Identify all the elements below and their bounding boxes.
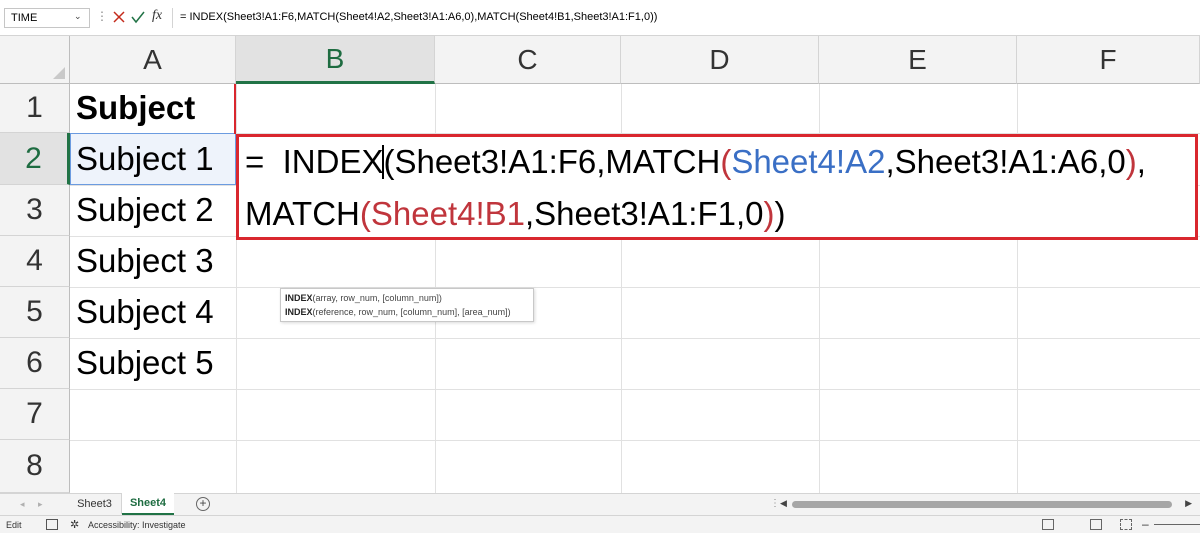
gridline [70, 440, 1200, 441]
spreadsheet-grid: A B C D E F 1 2 3 4 5 6 7 8 Subject Subj… [0, 36, 1200, 493]
formula-input[interactable]: = INDEX(Sheet3!A1:F6,MATCH(Sheet4!A2,She… [180, 11, 657, 23]
select-all-button[interactable] [0, 36, 70, 84]
page-break-view-icon[interactable] [1120, 519, 1132, 530]
row-header-5[interactable]: 5 [0, 287, 70, 338]
cell-a4[interactable]: Subject 3 [76, 242, 214, 280]
tooltip-args: (array, row_num, [column_num]) [312, 293, 442, 303]
select-all-triangle-icon [53, 67, 65, 79]
status-bar: Edit ✲ Accessibility: Investigate – [0, 515, 1200, 533]
cell-a1[interactable]: Subject [76, 89, 195, 127]
tooltip-function-name: INDEX [285, 307, 313, 317]
column-header-a[interactable]: A [70, 36, 236, 84]
formula-reference: Sheet4!A2 [731, 143, 886, 180]
column-header-c[interactable]: C [435, 36, 621, 84]
formula-paren: ) [1125, 143, 1137, 180]
formula-text: (Sheet3!A1:F6,MATCH [383, 143, 721, 180]
gridline [70, 287, 1200, 288]
row-header-1[interactable]: 1 [0, 84, 70, 133]
gridline [70, 338, 1200, 339]
page-layout-view-icon[interactable] [1090, 519, 1102, 530]
tooltip-line-reference[interactable]: INDEX(reference, row_num, [column_num], … [285, 305, 529, 319]
formula-line-1: = INDEX(Sheet3!A1:F6,MATCH(Sheet4!A2,She… [245, 143, 1146, 181]
column-header-b[interactable]: B [236, 36, 435, 84]
column-header-d[interactable]: D [621, 36, 819, 84]
row-header-7[interactable]: 7 [0, 389, 70, 440]
tooltip-function-name: INDEX [285, 293, 313, 303]
formula-bar: TIME ⌄ ⋮ fx = INDEX(Sheet3!A1:F6,MATCH(S… [0, 0, 1200, 36]
cell-b1-highlight [234, 84, 236, 134]
formula-paren: ( [720, 143, 732, 180]
scroll-right-icon[interactable]: ▶ [1185, 498, 1192, 509]
row-header-4[interactable]: 4 [0, 236, 70, 287]
formula-text: MATCH [245, 195, 360, 232]
formula-text: = INDEX [245, 143, 384, 180]
row-header-3[interactable]: 3 [0, 185, 70, 236]
cell-a2[interactable]: Subject 1 [76, 140, 214, 178]
sheet-tab-bar: ◂ ▸ Sheet3 Sheet4 + ⋮ ◀ ▶ [0, 493, 1200, 515]
formula-line-2: MATCH(Sheet4!B1,Sheet3!A1:F1,0)) [245, 195, 786, 233]
formula-text: ) [774, 195, 786, 232]
function-syntax-tooltip: INDEX(array, row_num, [column_num]) INDE… [280, 288, 534, 322]
zoom-out-icon[interactable]: – [1142, 517, 1149, 531]
accessibility-status[interactable]: Accessibility: Investigate [88, 520, 186, 530]
formula-paren: ( [359, 195, 371, 232]
scroll-left-icon[interactable]: ◀ [780, 498, 787, 509]
accessibility-icon[interactable]: ✲ [70, 518, 79, 531]
formula-paren: ) [763, 195, 775, 232]
formula-text: ,Sheet3!A1:A6,0 [885, 143, 1126, 180]
tab-sheet4[interactable]: Sheet4 [122, 493, 174, 515]
scroll-tabs-right-icon[interactable]: ▸ [38, 499, 43, 510]
cell-b2-formula-editor[interactable]: = INDEX(Sheet3!A1:F6,MATCH(Sheet4!A2,She… [236, 134, 1198, 240]
macro-recording-icon[interactable] [46, 519, 58, 530]
cell-a3[interactable]: Subject 2 [76, 191, 214, 229]
more-options-icon[interactable]: ⋮ [770, 498, 780, 509]
column-header-e[interactable]: E [819, 36, 1017, 84]
formula-text: , [1136, 143, 1146, 180]
gridline [70, 389, 1200, 390]
cell-a5[interactable]: Subject 4 [76, 293, 214, 331]
tab-sheet3[interactable]: Sheet3 [68, 494, 122, 514]
formula-reference: Sheet4!B1 [370, 195, 525, 232]
scrollbar-thumb[interactable] [792, 501, 1172, 508]
cell-a6[interactable]: Subject 5 [76, 344, 214, 382]
normal-view-icon[interactable] [1042, 519, 1054, 530]
more-options-icon[interactable]: ⋮ [96, 9, 108, 23]
cancel-icon[interactable] [112, 8, 126, 26]
formula-bar-divider [172, 8, 173, 28]
row-header-8[interactable]: 8 [0, 440, 70, 493]
add-sheet-button[interactable]: + [196, 497, 210, 511]
tooltip-args: (reference, row_num, [column_num], [area… [312, 307, 511, 317]
chevron-down-icon[interactable]: ⌄ [74, 11, 82, 22]
insert-function-icon[interactable]: fx [152, 8, 162, 24]
row-header-6[interactable]: 6 [0, 338, 70, 389]
name-box-value: TIME [11, 12, 38, 24]
scroll-tabs-left-icon[interactable]: ◂ [20, 499, 25, 510]
row-header-2[interactable]: 2 [0, 133, 70, 185]
formula-text: ,Sheet3!A1:F1,0 [525, 195, 764, 232]
horizontal-scrollbar[interactable]: ◀ ▶ [780, 498, 1192, 510]
zoom-slider[interactable] [1154, 524, 1200, 525]
enter-checkmark-icon[interactable] [130, 8, 146, 26]
status-mode: Edit [6, 520, 22, 530]
tooltip-line-array[interactable]: INDEX(array, row_num, [column_num]) [285, 291, 529, 305]
column-header-f[interactable]: F [1017, 36, 1200, 84]
